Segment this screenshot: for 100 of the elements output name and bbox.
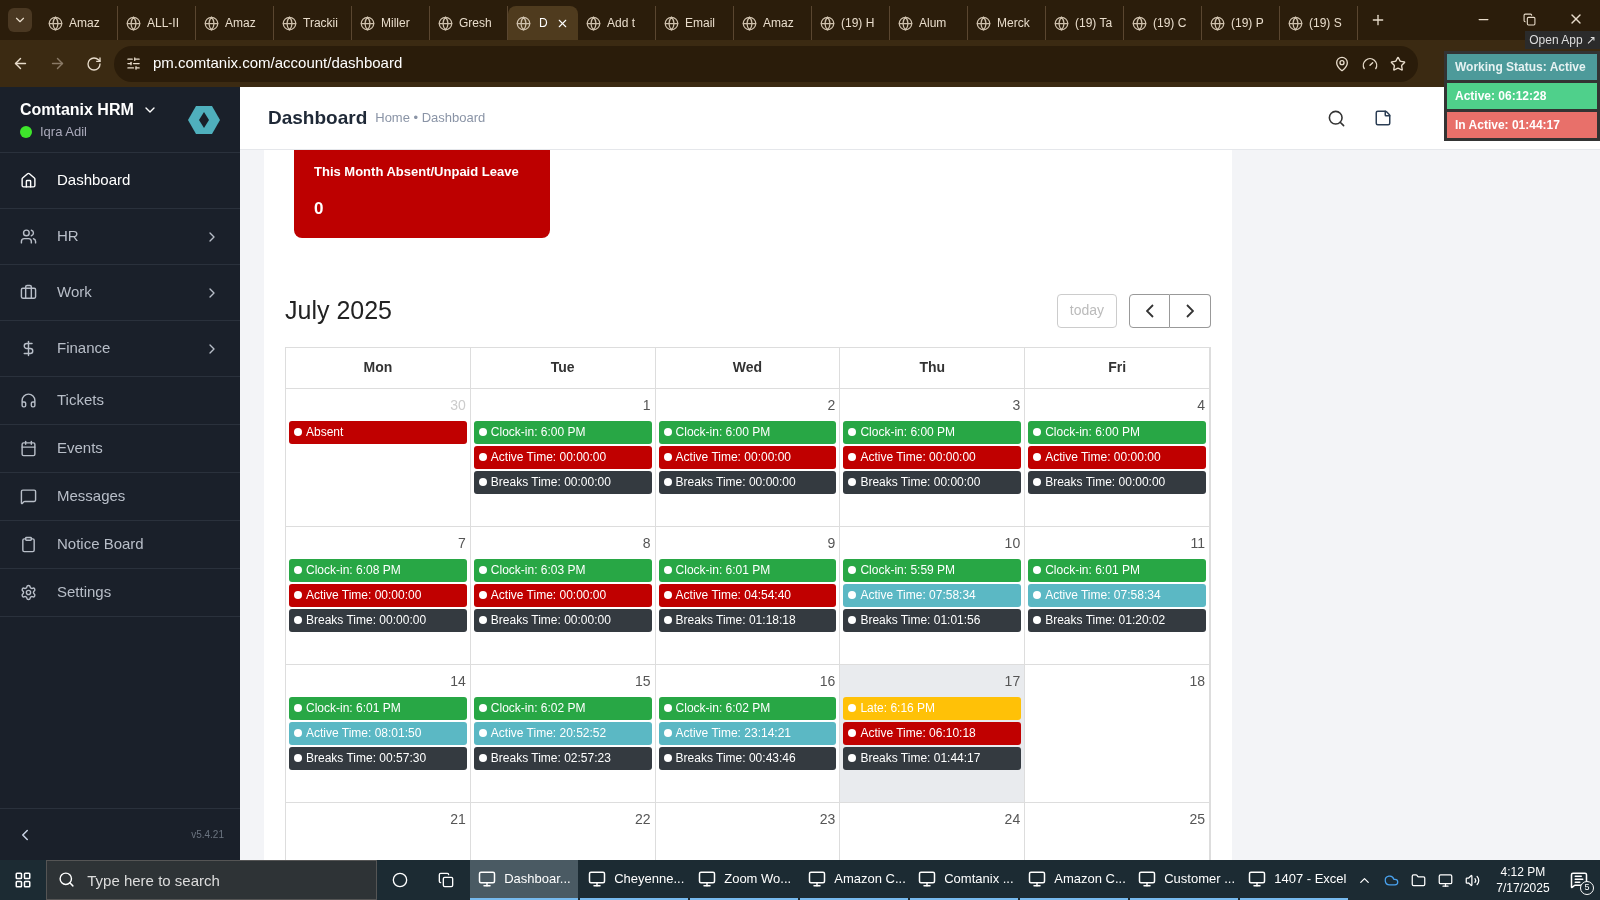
- day-number: 3: [1012, 395, 1021, 415]
- day-number: 15: [635, 671, 651, 691]
- weekday-header: Tue: [550, 358, 575, 377]
- day-cell[interactable]: 18: [1025, 664, 1210, 803]
- address-field[interactable]: pm.comtanix.com/account/dashboard: [114, 45, 1418, 82]
- day-number: 11: [1190, 533, 1205, 553]
- favicon-icon: [282, 15, 297, 31]
- calendar-event[interactable]: Breaks Time: 01:44:17: [843, 746, 1022, 770]
- cloud-icon[interactable]: [1384, 872, 1400, 888]
- calendar-event[interactable]: Breaks Time: 01:18:18: [658, 608, 837, 632]
- start-icon[interactable]: [14, 871, 33, 889]
- day-cell[interactable]: 10 Clock-in: 5:59 PM Active Time: 07:58:34 Breaks Time: 01:01:56: [840, 526, 1026, 665]
- browser-tab[interactable]: D: [508, 6, 578, 40]
- calendar-event[interactable]: Active Time: 00:00:00: [473, 445, 652, 469]
- day-cell[interactable]: 4 Clock-in: 6:00 PM Active Time: 00:00:00 Breaks Time: 00:00:00: [1025, 388, 1210, 527]
- day-cell[interactable]: 2 Clock-in: 6:00 PM Active Time: 00:00:00 Breaks Time: 00:00:00: [655, 388, 841, 527]
- day-cell[interactable]: 8 Clock-in: 6:03 PM Active Time: 00:00:00 Breaks Time: 00:00:00: [470, 526, 656, 665]
- new-tab-icon[interactable]: [1370, 12, 1386, 28]
- gauge-icon[interactable]: [1362, 55, 1378, 72]
- day-cell[interactable]: 9 Clock-in: 6:01 PM Active Time: 04:54:40 Breaks Time: 01:18:18: [655, 526, 841, 665]
- volume-icon[interactable]: [1465, 872, 1481, 888]
- tab-list-button[interactable]: [8, 8, 32, 32]
- search-icon[interactable]: [1327, 108, 1346, 128]
- back-icon[interactable]: [12, 55, 29, 72]
- taskbar-app[interactable]: Cheyenne...: [580, 860, 689, 900]
- notification-count: 5: [1580, 881, 1594, 895]
- reload-icon[interactable]: [86, 55, 102, 72]
- day-cell[interactable]: 14 Clock-in: 6:01 PM Active Time: 08:01:50 Breaks Time: 00:57:30: [286, 664, 471, 803]
- calendar-event[interactable]: Breaks Time: 01:01:56: [843, 608, 1022, 632]
- previous-button[interactable]: [1129, 293, 1170, 328]
- day-number: 4: [1197, 395, 1205, 415]
- day-cell[interactable]: 7 Clock-in: 6:08 PM Active Time: 00:00:00 Breaks Time: 00:00:00: [286, 526, 471, 665]
- favicon-icon: [516, 15, 531, 31]
- calendar-event[interactable]: Breaks Time: 01:20:02: [1028, 608, 1206, 632]
- open-app-link[interactable]: Open App ↗: [1525, 31, 1600, 49]
- calendar-event[interactable]: Active Time: 00:00:00: [843, 445, 1022, 469]
- app-window-icon: [588, 870, 607, 888]
- calendar-event[interactable]: Breaks Time: 00:00:00: [473, 608, 652, 632]
- taskbar-app[interactable]: Amazon C...: [800, 860, 909, 900]
- forward-icon[interactable]: [49, 55, 66, 72]
- favicon-icon: [1288, 15, 1303, 31]
- weekday-header: Fri: [1108, 358, 1127, 377]
- month-title: July 2025: [285, 295, 393, 326]
- calendar-event[interactable]: Absent: [289, 420, 467, 444]
- day-number: 1: [642, 395, 651, 415]
- taskbar-search-field[interactable]: Type here to search: [46, 860, 377, 900]
- calendar-event[interactable]: Active Time: 00:00:00: [658, 445, 837, 469]
- calendar-event[interactable]: Active Time: 04:54:40: [658, 583, 837, 607]
- taskbar-app[interactable]: Zoom Wo...: [690, 860, 799, 900]
- calendar-event[interactable]: Breaks Time: 00:00:00: [843, 470, 1022, 494]
- search-icon: [58, 871, 76, 888]
- site-info-icon[interactable]: [126, 56, 141, 71]
- favicon-icon: [1132, 15, 1147, 31]
- day-number: 14: [450, 671, 466, 691]
- day-cell[interactable]: 11 Clock-in: 6:01 PM Active Time: 07:58:34 Breaks Time: 01:20:02: [1025, 526, 1210, 665]
- bookmark-icon[interactable]: [1390, 55, 1406, 72]
- taskbar-app[interactable]: Comtanix ...: [910, 860, 1019, 900]
- day-cell[interactable]: 16 Clock-in: 6:02 PM Active Time: 23:14:21 Breaks Time: 00:43:46: [655, 664, 841, 803]
- app-window-icon: [1248, 870, 1267, 888]
- note-icon[interactable]: [1374, 109, 1392, 127]
- calendar-event[interactable]: Breaks Time: 00:57:30: [289, 746, 467, 770]
- brand-name: Comtanix HRM: [20, 99, 134, 120]
- folder-icon[interactable]: [1411, 872, 1427, 888]
- day-cell[interactable]: 17 Late: 6:16 PM Active Time: 06:10:18 Breaks Time: 01:44:17: [840, 664, 1026, 803]
- favicon-icon: [1210, 15, 1225, 31]
- calendar-event[interactable]: Breaks Time: 00:00:00: [1028, 470, 1206, 494]
- day-number: 25: [1189, 809, 1205, 829]
- hexagon-logo-icon: [188, 103, 220, 136]
- day-number: 18: [1189, 671, 1205, 691]
- taskbar-app[interactable]: 1407 - Excel: [1240, 860, 1349, 900]
- version-text: v5.4.21: [191, 828, 224, 842]
- task-view-icon[interactable]: [438, 872, 455, 888]
- calendar-event[interactable]: Active Time: 06:10:18: [843, 721, 1022, 745]
- active-time: Active: 06:12:28: [1447, 83, 1597, 109]
- favicon-icon: [586, 15, 601, 31]
- day-cell[interactable]: 1 Clock-in: 6:00 PM Active Time: 00:00:00 Breaks Time: 00:00:00: [470, 388, 656, 527]
- calendar-event[interactable]: Breaks Time: 02:57:23: [473, 746, 652, 770]
- location-icon[interactable]: [1334, 55, 1350, 72]
- app-window-icon: [478, 870, 497, 888]
- taskbar-app[interactable]: Amazon C...: [1020, 860, 1129, 900]
- calendar-event[interactable]: Breaks Time: 00:00:00: [289, 608, 467, 632]
- cortana-icon[interactable]: [391, 872, 408, 888]
- calendar-event[interactable]: Breaks Time: 00:43:46: [658, 746, 837, 770]
- restore-icon[interactable]: [1523, 12, 1536, 26]
- next-button[interactable]: [1170, 293, 1211, 328]
- calendar-event[interactable]: Breaks Time: 00:00:00: [473, 470, 652, 494]
- calendar-event[interactable]: Active Time: 00:00:00: [473, 583, 652, 607]
- clock-date: 7/17/2025: [1496, 880, 1550, 896]
- day-cell[interactable]: 3 Clock-in: 6:00 PM Active Time: 00:00:00 Breaks Time: 00:00:00: [840, 388, 1026, 527]
- calendar-event[interactable]: Active Time: 00:00:00: [1028, 445, 1206, 469]
- calendar-event[interactable]: Breaks Time: 00:00:00: [658, 470, 837, 494]
- calendar-event[interactable]: Active Time: 00:00:00: [289, 583, 467, 607]
- taskbar-app[interactable]: Customer ...: [1130, 860, 1239, 900]
- day-number: 17: [1004, 671, 1021, 691]
- user-name: Iqra Adil: [40, 122, 87, 141]
- favicon-icon: [820, 15, 835, 31]
- taskbar-app[interactable]: Dashboar...: [470, 860, 579, 900]
- notifications-icon[interactable]: [1569, 871, 1588, 889]
- favicon-icon: [360, 15, 375, 31]
- day-cell[interactable]: 15 Clock-in: 6:02 PM Active Time: 20:52:52 Breaks Time: 02:57:23: [470, 664, 656, 803]
